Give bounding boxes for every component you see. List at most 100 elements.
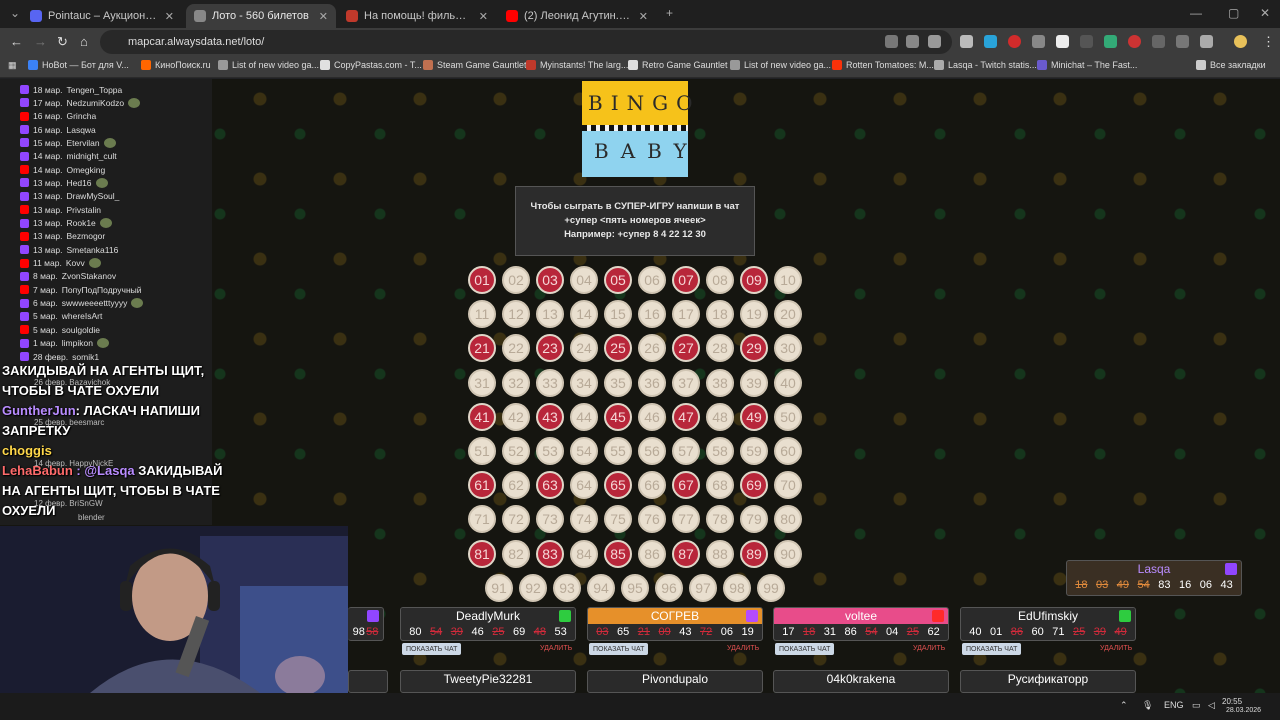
language-indicator[interactable]: ENG [1164, 700, 1184, 710]
ticket-number: 72 [700, 626, 713, 638]
ticket-card[interactable]: 04k0krakena [773, 670, 949, 693]
bingo-ball: 69 [740, 471, 768, 500]
tab-title: Pointauc – Аукционы, лотереи и... [48, 10, 159, 22]
clock-time[interactable]: 20:55 [1222, 697, 1242, 706]
ticket-card-lasqa[interactable]: Lasqa 18 03 49 54 83 16 06 43 [1066, 560, 1242, 596]
browser-tab[interactable]: (2) Леонид Агутин.Остров - Yo... ✕ [498, 4, 656, 28]
bingo-ball: 57 [672, 437, 700, 465]
apps-icon[interactable]: ▦ [8, 60, 17, 71]
bingo-ball: 12 [502, 300, 530, 329]
show-chat-button[interactable]: ПОКАЗАТЬ ЧАТ [589, 643, 649, 655]
tab-close-icon[interactable]: ✕ [639, 10, 648, 23]
delete-button[interactable]: УДАЛИТЬ [913, 645, 945, 652]
bookmark-item[interactable]: НоBot — Бот для V... [28, 60, 129, 70]
bingo-ball: 07 [672, 266, 700, 294]
bookmark-item[interactable]: Все закладки [1196, 60, 1266, 70]
tab-search-icon[interactable]: ⌄ [10, 6, 20, 20]
ticket-card[interactable]: Pivondupalo [587, 670, 763, 693]
delete-button[interactable]: УДАЛИТЬ [1100, 645, 1132, 652]
browser-tab[interactable]: Pointauc – Аукционы, лотереи и... ✕ [22, 4, 182, 28]
bingo-ball: 56 [638, 437, 666, 465]
ticket-number: 39 [450, 626, 463, 638]
tab-close-icon[interactable]: ✕ [479, 10, 488, 23]
winner-entry: 18 мар. Tengen_Toppa [20, 83, 122, 96]
home-icon[interactable]: ⌂ [80, 34, 88, 49]
extension-icon[interactable] [1056, 35, 1069, 48]
profile-avatar[interactable] [1234, 35, 1247, 48]
delete-button[interactable]: УДАЛИТЬ [540, 645, 572, 652]
tab-close-icon[interactable]: ✕ [319, 10, 328, 23]
ticket-number: 25 [1073, 626, 1086, 638]
tab-favicon [346, 10, 358, 22]
bookmark-item[interactable]: Minichat – The Fast... [1037, 60, 1137, 70]
tray-chevron-icon[interactable]: ⌃ [1120, 700, 1128, 711]
ticket-header: Русификаторр [961, 671, 1135, 687]
extension-icon[interactable] [984, 35, 997, 48]
clock-date[interactable]: 28.03.2026 [1226, 707, 1261, 714]
bookmark-star-icon[interactable] [928, 35, 941, 48]
ticket-card[interactable]: EdUfimskiy 40 01 86 60 71 25 39 49 [960, 607, 1136, 641]
translate-icon[interactable] [885, 35, 898, 48]
reload-icon[interactable]: ↻ [57, 34, 68, 50]
menu-icon[interactable]: ⋮ [1262, 34, 1275, 50]
bookmark-label: Все закладки [1210, 60, 1266, 70]
ticket-name: Pivondupalo [641, 672, 709, 686]
avatar [88, 258, 101, 269]
browser-tab[interactable]: На помощь! фильм, 2025, дат... ✕ [338, 4, 496, 28]
winner-entry: 26 февр. Bazavichok [34, 378, 111, 387]
puzzle-icon[interactable] [1200, 35, 1213, 48]
maximize-icon[interactable]: ▢ [1228, 6, 1239, 20]
bingo-ball: 99 [757, 573, 785, 602]
ticket-number: 16 [1179, 579, 1192, 591]
bookmark-item[interactable]: Rotten Tomatoes: M... [832, 60, 934, 70]
bookmark-item[interactable]: КиноПоиск.ru [141, 60, 211, 70]
delete-button[interactable]: УДАЛИТЬ [727, 645, 759, 652]
tab-close-icon[interactable]: ✕ [165, 10, 174, 23]
extension-icon[interactable] [1008, 35, 1021, 48]
ticket-card[interactable]: СОГРЕВ 03 65 21 09 43 72 06 19 [587, 607, 763, 641]
ticket-card[interactable] [348, 670, 388, 693]
bookmark-icon [28, 60, 38, 70]
logo-bottom-text: BABY [594, 139, 699, 163]
ticket-card[interactable]: TweetyPie32281 [400, 670, 576, 693]
close-window-icon[interactable]: ✕ [1260, 6, 1270, 20]
show-chat-button[interactable]: ПОКАЗАТЬ ЧАТ [775, 643, 835, 655]
ticket-card[interactable]: 98 58 [348, 607, 384, 641]
ticket-numbers: 98 58 [348, 624, 383, 640]
new-tab-button[interactable]: + [666, 6, 673, 20]
bookmark-item[interactable]: CopyPastas.com - T... [320, 60, 422, 70]
ticket-card[interactable]: Русификаторр [960, 670, 1136, 693]
ticket-card[interactable]: voltee 17 18 31 86 54 04 25 62 [773, 607, 949, 641]
bookmark-item[interactable]: Steam Game Gauntlet [423, 60, 527, 70]
extension-icon[interactable] [1128, 35, 1141, 48]
zoom-icon[interactable] [906, 35, 919, 48]
bingo-ball: 48 [706, 402, 734, 431]
forward-icon[interactable]: → [34, 34, 47, 49]
volume-icon[interactable]: ◁ [1208, 700, 1215, 711]
bookmark-item[interactable]: Lasqa - Twitch statis... [934, 60, 1037, 70]
extension-icon[interactable] [1104, 35, 1117, 48]
ticket-card[interactable]: DeadlyMurk 80 54 39 46 25 69 48 53 [400, 607, 576, 641]
bingo-ball: 97 [689, 573, 717, 602]
show-chat-button[interactable]: ПОКАЗАТЬ ЧАТ [962, 643, 1022, 655]
back-icon[interactable]: ← [10, 34, 23, 49]
microphone-icon[interactable]: 🎙 [1142, 700, 1153, 711]
address-bar[interactable]: mapcar.alwaysdata.net/loto/ [100, 30, 952, 54]
extension-icon[interactable] [1176, 35, 1189, 48]
bookmark-item[interactable]: Retro Game Gauntlet [628, 60, 728, 70]
show-chat-button[interactable]: ПОКАЗАТЬ ЧАТ [402, 643, 462, 655]
bookmark-item[interactable]: Myinstants! The larg... [526, 60, 628, 70]
bookmark-item[interactable]: List of new video ga... [730, 60, 831, 70]
network-icon[interactable]: ▭ [1192, 700, 1201, 711]
extension-icon[interactable] [1080, 35, 1093, 48]
bingo-ball: 98 [723, 573, 751, 602]
bingo-ball: 43 [536, 402, 564, 431]
bookmark-item[interactable]: List of new video ga... [218, 60, 319, 70]
browser-tab[interactable]: Лото - 560 билетов ✕ [186, 4, 336, 28]
extension-icon[interactable] [1152, 35, 1165, 48]
winner-date: 28 февр. [33, 351, 69, 362]
bingo-ball: 06 [638, 266, 666, 294]
extension-icon[interactable] [1032, 35, 1045, 48]
extension-icon[interactable] [960, 35, 973, 48]
minimize-icon[interactable]: — [1190, 6, 1202, 20]
